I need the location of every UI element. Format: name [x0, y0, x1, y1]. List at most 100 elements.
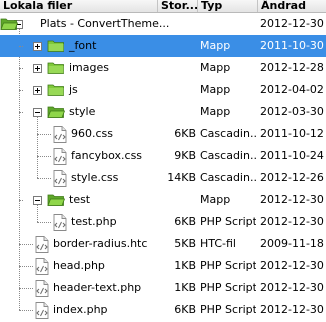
item-type: Cascadin...	[200, 171, 256, 184]
item-type: PHP Script	[200, 215, 256, 228]
file-icon	[35, 236, 49, 253]
item-name: Plats - ConvertTheme...	[40, 17, 170, 30]
file-icon	[35, 302, 49, 319]
item-date: 2012-12-30 1	[260, 17, 326, 30]
item-type: Mapp	[200, 61, 231, 74]
tree-connector	[19, 310, 33, 311]
item-type: Mapp	[200, 193, 231, 206]
item-name: head.php	[53, 259, 105, 272]
file-icon	[35, 258, 49, 275]
item-date: 2011-10-24 2	[260, 149, 326, 162]
file-row[interactable]: head.php 1KB PHP Script 2012-12-30 0	[0, 255, 326, 277]
item-size	[162, 189, 196, 211]
tree-connector	[37, 134, 51, 135]
item-date: 2012-12-30 0	[260, 281, 326, 294]
file-row[interactable]: 960.css 6KB Cascadin... 2011-10-12 0	[0, 123, 326, 145]
tree-connector	[19, 244, 33, 245]
expand-icon[interactable]	[33, 64, 42, 73]
item-name: fancybox.css	[71, 149, 143, 162]
tree-connector	[19, 200, 23, 201]
item-name: border-radius.htc	[53, 237, 148, 250]
item-type: HTC-fil	[200, 237, 236, 250]
folder-row[interactable]: images Mapp 2012-12-28 0	[0, 57, 326, 79]
file-row[interactable]: style.css 14KB Cascadin... 2012-12-26 2	[0, 167, 326, 189]
item-date: 2011-10-12 0	[260, 127, 326, 140]
item-name: header-text.php	[53, 281, 142, 294]
file-icon	[35, 280, 49, 297]
item-size: 6KB	[174, 215, 196, 228]
item-date: 2012-12-28 0	[260, 61, 326, 74]
folder-row[interactable]: js Mapp 2012-04-02 1	[0, 79, 326, 101]
item-size: 1KB	[174, 259, 196, 272]
item-date: 2012-04-02 1	[260, 83, 326, 96]
item-size: 14KB	[167, 171, 196, 184]
collapse-icon[interactable]	[33, 196, 42, 205]
item-size	[162, 13, 196, 35]
expand-icon[interactable]	[33, 42, 42, 51]
item-size: 6KB	[174, 127, 196, 140]
expand-icon[interactable]	[33, 86, 42, 95]
folder-row[interactable]: test Mapp 2012-12-30 0	[0, 189, 326, 211]
folder-icon	[47, 193, 66, 207]
collapse-icon[interactable]	[33, 108, 42, 117]
item-size: 9KB	[174, 149, 196, 162]
column-header-name[interactable]: Lokala filer	[0, 0, 158, 12]
item-size	[162, 35, 196, 57]
tree-connector	[19, 112, 23, 113]
item-date: 2012-03-30 0	[260, 105, 326, 118]
folder-row[interactable]: style Mapp 2012-03-30 0	[0, 101, 326, 123]
item-type: Mapp	[200, 105, 231, 118]
file-row[interactable]: header-text.php 1KB PHP Script 2012-12-30 0	[0, 277, 326, 299]
item-size: 1KB	[174, 281, 196, 294]
item-date: 2012-12-30 0	[260, 259, 326, 272]
file-icon	[53, 170, 67, 187]
tree-connector	[37, 156, 51, 157]
column-header-size[interactable]: Stor...	[158, 0, 198, 12]
folder-row[interactable]: _font Mapp 2011-10-30 2	[0, 35, 326, 57]
item-name: 960.css	[71, 127, 114, 140]
item-type: Cascadin...	[200, 127, 256, 140]
item-name: images	[69, 61, 109, 74]
item-date: 2012-12-30 0	[260, 303, 326, 316]
item-name: js	[69, 83, 78, 96]
item-date: 2011-10-30 2	[260, 39, 326, 52]
folder-icon	[47, 105, 66, 119]
folder-icon	[47, 39, 65, 53]
column-header: Lokala filer Stor... Typ Ändrad	[0, 0, 326, 13]
item-name: style.css	[71, 171, 119, 184]
file-row[interactable]: border-radius.htc 5KB HTC-fil 2009-11-18 1	[0, 233, 326, 255]
item-date: 2012-12-26 2	[260, 171, 326, 184]
file-row[interactable]: index.php 6KB PHP Script 2012-12-30 0	[0, 299, 326, 321]
item-name: _font	[69, 39, 97, 52]
tree-connector	[19, 288, 33, 289]
tree-connector	[19, 68, 23, 69]
tree-connector	[19, 46, 23, 47]
column-header-type[interactable]: Typ	[198, 0, 258, 12]
file-row[interactable]: fancybox.css 9KB Cascadin... 2011-10-24 2	[0, 145, 326, 167]
item-size	[162, 101, 196, 123]
column-header-date[interactable]: Ändrad	[258, 0, 326, 12]
item-type: Mapp	[200, 83, 231, 96]
folder-row[interactable]: Plats - ConvertTheme... 2012-12-30 1	[0, 13, 326, 35]
tree-connector	[19, 266, 33, 267]
item-name: index.php	[53, 303, 108, 316]
item-type: PHP Script	[200, 281, 256, 294]
folder-icon	[47, 61, 65, 75]
item-name: test.php	[71, 215, 117, 228]
tree-connector	[19, 90, 23, 91]
file-icon	[53, 126, 67, 143]
item-date: 2009-11-18 1	[260, 237, 326, 250]
item-date: 2012-12-30 0	[260, 215, 326, 228]
folder-icon	[47, 83, 65, 97]
item-size: 6KB	[174, 303, 196, 316]
file-row[interactable]: test.php 6KB PHP Script 2012-12-30 0	[0, 211, 326, 233]
item-name: style	[69, 105, 96, 118]
file-icon	[53, 214, 67, 231]
item-type	[200, 13, 256, 35]
item-size: 5KB	[174, 237, 196, 250]
file-icon	[53, 148, 67, 165]
item-name: test	[69, 193, 91, 206]
folder-icon	[0, 17, 19, 31]
tree-connector	[37, 178, 51, 179]
item-size	[162, 57, 196, 79]
